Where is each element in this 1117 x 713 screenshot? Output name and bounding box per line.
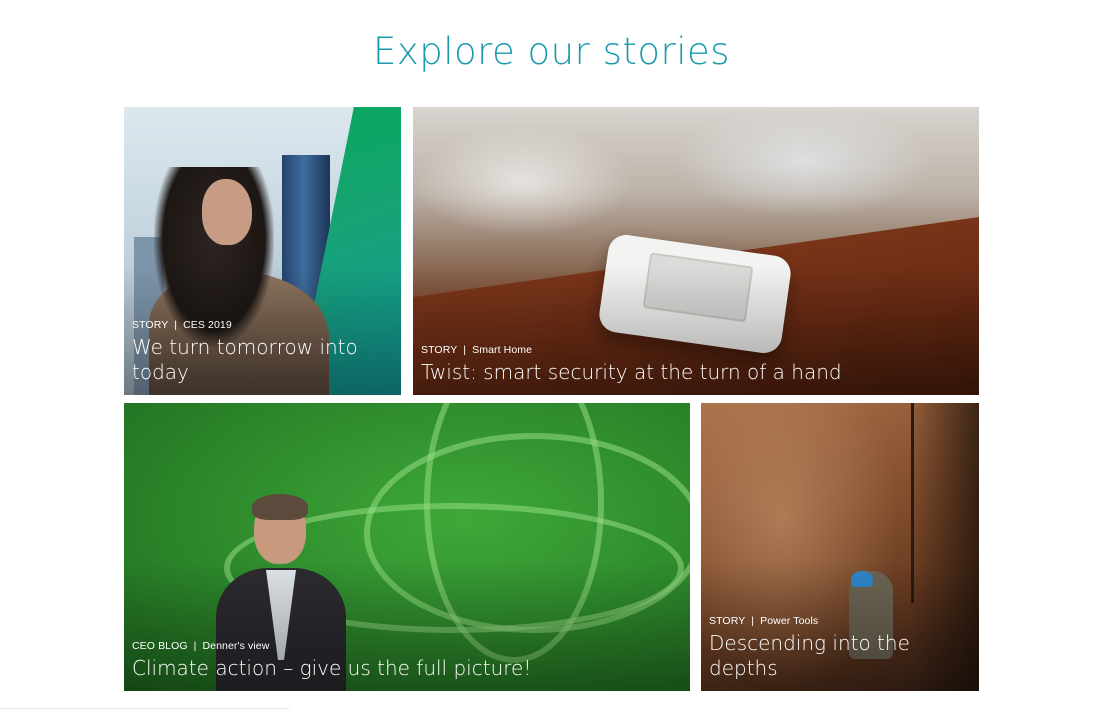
story-tile-ceo-blog[interactable]: CEO BLOG | Denner's view Climate action – …	[124, 403, 690, 691]
meta-separator: |	[174, 319, 178, 331]
story-tag: Smart Home	[472, 344, 533, 356]
story-tile-ces-2019[interactable]: STORY | CES 2019 We turn tomorrow into tod…	[124, 107, 401, 395]
meta-separator: |	[193, 640, 197, 652]
story-caption: STORY | CES 2019 We turn tomorrow into tod…	[132, 319, 391, 385]
story-headline[interactable]: Twist: smart security at the turn of a h…	[421, 360, 969, 385]
story-headline[interactable]: Climate action – give us the full pictur…	[132, 656, 680, 681]
story-tag: Denner's view	[202, 640, 270, 652]
story-meta: CEO BLOG | Denner's view	[132, 640, 680, 652]
story-tile-power-tools[interactable]: STORY | Power Tools Descending into the de…	[701, 403, 979, 691]
story-headline[interactable]: Descending into the depths	[709, 631, 969, 681]
story-category: STORY	[421, 344, 458, 356]
story-meta: STORY | Power Tools	[709, 615, 969, 627]
bottom-panel-edge	[0, 708, 292, 713]
story-meta: STORY | Smart Home	[421, 344, 969, 356]
story-category: STORY	[132, 319, 169, 331]
story-headline[interactable]: We turn tomorrow into today	[132, 335, 391, 385]
meta-separator: |	[751, 615, 755, 627]
story-tile-smart-home[interactable]: STORY | Smart Home Twist: smart security a…	[413, 107, 979, 395]
story-tag: Power Tools	[760, 615, 819, 627]
story-caption: CEO BLOG | Denner's view Climate action – …	[132, 640, 680, 681]
story-category: CEO BLOG	[132, 640, 188, 652]
meta-separator: |	[463, 344, 467, 356]
story-category: STORY	[709, 615, 746, 627]
story-meta: STORY | CES 2019	[132, 319, 391, 331]
story-caption: STORY | Smart Home Twist: smart security a…	[421, 344, 969, 385]
section-title: Explore our stories	[372, 30, 731, 73]
story-caption: STORY | Power Tools Descending into the de…	[709, 615, 969, 681]
story-tag: CES 2019	[183, 319, 232, 331]
